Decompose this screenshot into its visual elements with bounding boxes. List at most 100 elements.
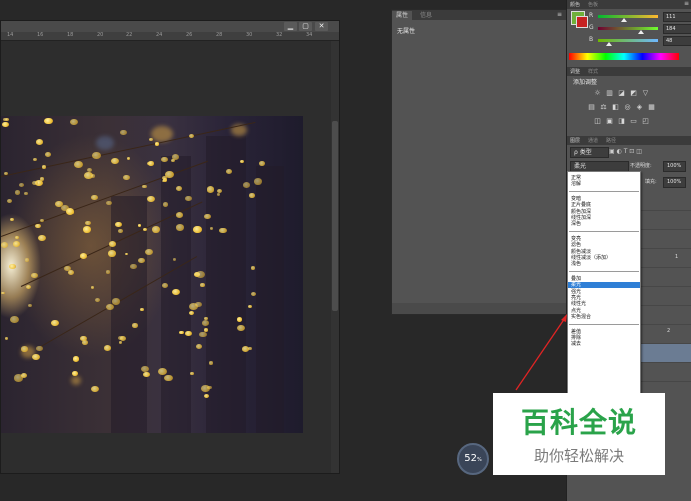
vertical-scrollbar[interactable] [331,41,339,473]
canvas-area[interactable] [1,41,331,473]
blossom [20,373,27,379]
blossom [51,320,59,326]
slider-value-field[interactable]: 48 [663,36,691,46]
blossom [39,176,45,181]
blossom [184,330,192,337]
blend-mode-option[interactable]: 变亮 [571,236,581,242]
blend-mode-option[interactable]: 强光 [571,289,581,295]
blend-mode-dropdown[interactable]: 正常 溶解 变暗 正片叠底 颜色加深 线性加深 深色 变亮 滤色 颜色减淡 线性减淡（添加） 浅色 叠加… [567,171,641,395]
blossom [188,310,195,316]
blend-mode-option[interactable]: 溶解 [571,181,581,187]
slider-value-field[interactable]: 184 [663,24,691,34]
blossom [120,129,127,136]
blossom [82,340,88,346]
blossom [90,174,96,178]
blend-mode-option[interactable]: 减去 [571,341,581,347]
blossom [14,236,19,240]
blossom [112,298,121,305]
blossom [13,240,21,247]
blossom [55,201,63,207]
blossom [9,316,19,324]
maximize-button[interactable]: ▢ [299,22,312,31]
panel-menu-icon[interactable]: ≡ [684,0,689,7]
document-titlebar: ▁ ▢ ✕ [1,21,339,32]
tab-properties[interactable]: 属性 [392,11,413,20]
blend-mode-option[interactable]: 浅色 [571,261,581,267]
tab-layers[interactable]: 图层 [567,137,583,145]
blossom [18,182,24,187]
panel-menu-icon[interactable]: ≡ [557,11,562,18]
zoom-level-badge: 52% [457,443,489,475]
ruler-tick: 14 [7,32,14,38]
blossom [148,161,154,166]
slider-thumb[interactable] [621,18,628,22]
blossom [39,218,45,223]
blossom [206,186,215,193]
blend-mode-option[interactable]: 变暗 [571,196,581,202]
blend-mode-option[interactable]: 线性光 [571,301,586,307]
blend-mode-option[interactable]: 深色 [571,221,581,227]
vibrance-icon[interactable]: ▽ [641,89,650,97]
blend-mode-option[interactable]: 颜色加深 [571,209,591,215]
tab-adjustments[interactable]: 调整 [567,68,583,76]
photo-canvas[interactable] [1,116,303,433]
hue-icon[interactable]: ▤ [587,103,596,111]
tab-channels[interactable]: 通道 [585,137,601,145]
slider-value-field[interactable]: 111 [663,12,691,22]
blossom [24,258,29,262]
gradient-map-icon[interactable]: ▭ [629,117,638,125]
posterize-icon[interactable]: ▣ [605,117,614,125]
menu-separator [569,270,639,272]
blossom [200,283,205,287]
tab-swatches[interactable]: 色板 [585,1,601,9]
tab-color[interactable]: 颜色 [567,1,583,9]
blossom [142,371,150,378]
close-button[interactable]: ✕ [315,22,328,31]
blend-mode-option[interactable]: 柔光 [571,282,581,288]
selective-color-icon[interactable]: ◰ [641,117,650,125]
photo-filter-icon[interactable]: ◎ [623,103,632,111]
slider-track[interactable] [598,15,658,18]
ruler-tick: 32 [276,32,283,38]
blend-mode-option[interactable]: 实色混合 [571,314,591,320]
blossom [201,385,210,393]
blossom [190,372,194,375]
layer-filter-icons[interactable]: ▣ ◐ T ⊡ ◫ [609,147,689,157]
blossom [44,152,51,157]
blend-mode-option[interactable]: 差值 [571,329,581,335]
color-spectrum-bar[interactable] [569,53,679,60]
slider-thumb[interactable] [638,30,645,34]
invert-icon[interactable]: ◫ [593,117,602,125]
tab-info[interactable]: 信息 [416,11,436,20]
bw-icon[interactable]: ◧ [611,103,620,111]
color-lookup-icon[interactable]: ▦ [647,103,656,111]
threshold-icon[interactable]: ◨ [617,117,626,125]
horizontal-ruler: 14 16 18 20 22 24 26 28 30 32 34 [1,32,339,41]
layer-name: 1 [675,254,679,260]
slider-thumb[interactable] [606,42,613,46]
blend-mode-option[interactable]: 正片叠底 [571,202,591,208]
opacity-field[interactable]: 100% [663,161,686,172]
color-balance-icon[interactable]: ⚖ [599,103,608,111]
blend-mode-option[interactable]: 滤色 [571,242,581,248]
tab-paths[interactable]: 路径 [603,137,619,145]
blend-mode-option[interactable]: 颜色减淡 [571,249,591,255]
channel-mixer-icon[interactable]: ◈ [635,103,644,111]
blossom [107,249,117,257]
blend-mode-option[interactable]: 点光 [571,308,581,314]
background-color-swatch[interactable] [576,16,588,28]
brightness-icon[interactable]: ☼ [593,89,602,97]
levels-icon[interactable]: ▥ [605,89,614,97]
blossom [258,161,265,166]
blossom [208,361,214,365]
layer-filter-select[interactable]: ρ 类型 [570,147,609,158]
tab-styles[interactable]: 样式 [585,68,601,76]
fill-field[interactable]: 100% [663,177,686,188]
curves-icon[interactable]: ◪ [617,89,626,97]
slider-track[interactable] [598,27,658,30]
blossom [118,228,123,233]
scrollbar-thumb[interactable] [332,121,338,311]
fill-label: 填充: [645,179,657,185]
exposure-icon[interactable]: ◩ [629,89,638,97]
minimize-button[interactable]: ▁ [284,22,297,31]
